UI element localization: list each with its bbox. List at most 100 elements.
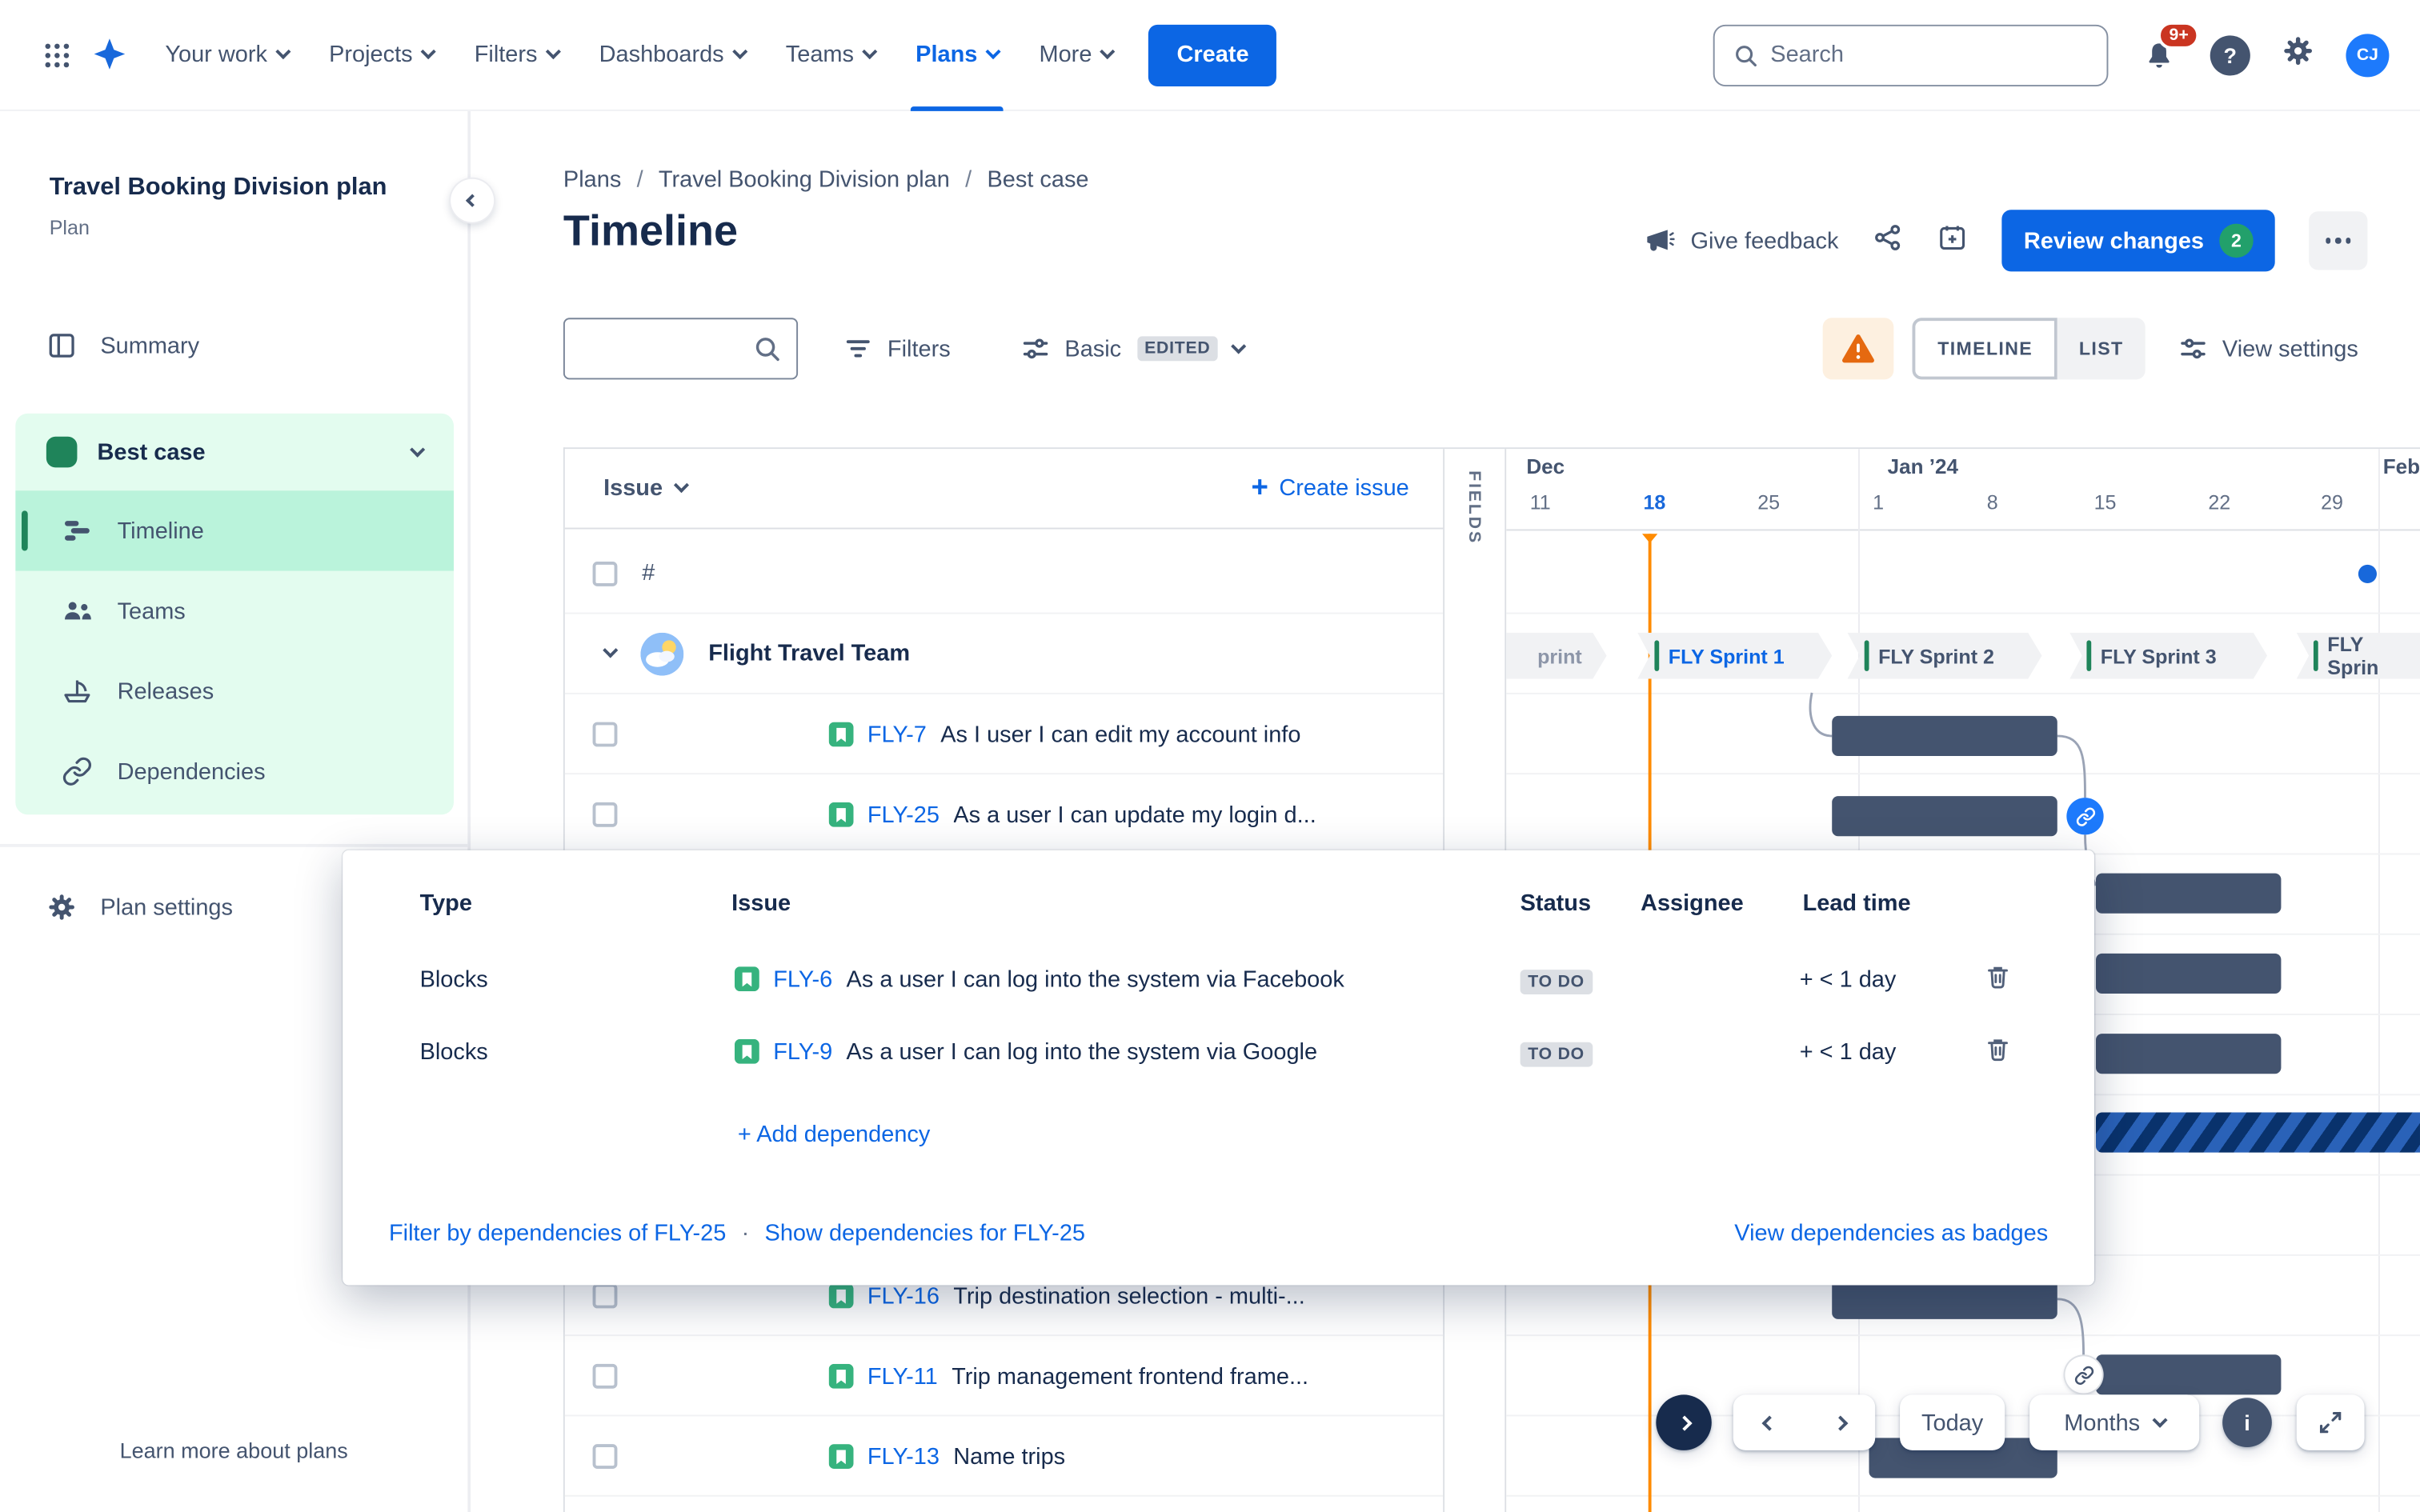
issue-key-link[interactable]: FLY-7 xyxy=(867,722,927,748)
issue-key-link[interactable]: FLY-11 xyxy=(867,1363,938,1390)
share-button[interactable] xyxy=(1873,222,1904,260)
sidebar-item-timeline[interactable]: Timeline xyxy=(15,490,454,571)
delete-dependency-button[interactable] xyxy=(1985,1035,2011,1068)
nav-teams[interactable]: Teams xyxy=(766,0,895,110)
view-mode-toggle: TIMELINE LIST xyxy=(1913,318,2146,380)
nav-your-work[interactable]: Your work xyxy=(145,0,309,110)
issue-key-link[interactable]: FLY-13 xyxy=(867,1443,940,1470)
sidebar-item-releases[interactable]: Releases xyxy=(15,651,454,731)
dependency-row: Blocks FLY-9 As a user I can log into th… xyxy=(343,1015,2094,1088)
nav-projects[interactable]: Projects xyxy=(309,0,455,110)
table-row[interactable]: FLY-13 Name trips xyxy=(564,1416,1444,1497)
delete-dependency-button[interactable] xyxy=(1985,962,2011,994)
issue-key-link[interactable]: FLY-6 xyxy=(773,966,832,992)
warnings-button[interactable] xyxy=(1823,318,1895,380)
issue-dot-marker[interactable] xyxy=(2358,564,2377,583)
schedule-bar[interactable] xyxy=(2095,1034,2282,1074)
view-dependencies-as-badges-link[interactable]: View dependencies as badges xyxy=(1734,1220,2048,1246)
zoom-level-dropdown[interactable]: Months xyxy=(2029,1394,2200,1450)
row-checkbox[interactable] xyxy=(592,721,618,746)
settings-button[interactable] xyxy=(2281,34,2314,75)
help-button[interactable]: ? xyxy=(2210,34,2250,75)
breadcrumb-scenario[interactable]: Best case xyxy=(987,166,1088,193)
schedule-bar-striped[interactable] xyxy=(2095,1112,2420,1153)
row-checkbox[interactable] xyxy=(592,1282,618,1308)
trash-icon xyxy=(1988,966,2008,988)
issue-key-link[interactable]: FLY-9 xyxy=(773,1038,832,1065)
table-row[interactable]: FLY-25 As a user I can update my login d… xyxy=(564,774,1444,855)
nav-dashboards[interactable]: Dashboards xyxy=(579,0,766,110)
timeline-row xyxy=(1506,534,2420,614)
search-input[interactable] xyxy=(1770,42,2089,68)
nav-plans[interactable]: Plans xyxy=(895,0,1019,110)
row-checkbox[interactable] xyxy=(592,801,618,826)
sprint-bar[interactable]: FLY Sprint 1 xyxy=(1637,633,1832,679)
learn-more-link[interactable]: Learn more about plans xyxy=(0,1438,467,1462)
sprint-bar[interactable]: FLY Sprint 2 xyxy=(1847,633,2041,679)
notifications-button[interactable]: 9+ xyxy=(2139,21,2200,74)
filter-by-dependencies-link[interactable]: Filter by dependencies of FLY-25 xyxy=(389,1220,726,1246)
schedule-bar[interactable] xyxy=(1832,715,2057,756)
filters-button[interactable]: Filters xyxy=(829,322,966,375)
sidebar-item-teams[interactable]: Teams xyxy=(15,571,454,651)
nav-filters[interactable]: Filters xyxy=(455,0,579,110)
tab-list[interactable]: LIST xyxy=(2057,318,2146,380)
schedule-bar[interactable] xyxy=(2095,873,2282,914)
sidebar-item-dependencies[interactable]: Dependencies xyxy=(15,731,454,811)
tab-timeline[interactable]: TIMELINE xyxy=(1913,318,2057,380)
user-avatar[interactable]: CJ xyxy=(2346,33,2390,77)
add-dependency-link[interactable]: + Add dependency xyxy=(738,1122,930,1148)
breadcrumb: Plans / Travel Booking Division plan / B… xyxy=(563,166,1089,193)
sidebar-item-plan-settings[interactable]: Plan settings xyxy=(46,876,233,938)
dependency-badge[interactable] xyxy=(2065,1356,2102,1394)
app-switcher-button[interactable] xyxy=(31,29,84,82)
info-button[interactable]: i xyxy=(2222,1398,2272,1447)
jira-logo[interactable] xyxy=(83,29,136,82)
story-icon xyxy=(828,722,854,747)
row-checkbox[interactable] xyxy=(592,1362,618,1388)
review-changes-count: 2 xyxy=(2219,223,2254,258)
popup-column-header: Type xyxy=(419,890,472,917)
expander-chevron-icon[interactable] xyxy=(603,642,619,658)
sprint-bar[interactable]: print xyxy=(1506,633,1606,679)
table-row[interactable]: FLY-7 As I user I can edit my account in… xyxy=(564,694,1444,775)
table-row-new[interactable]: # xyxy=(564,534,1444,614)
view-selector-button[interactable]: Basic EDITED xyxy=(1006,322,1260,375)
schedule-bar[interactable] xyxy=(2095,953,2282,994)
schedule-bar[interactable] xyxy=(2095,1354,2282,1395)
scenario-best-case[interactable]: Best case xyxy=(15,414,454,490)
create-button[interactable]: Create xyxy=(1148,23,1277,86)
sprint-bar[interactable]: FLY Sprint 3 xyxy=(2069,633,2267,679)
show-dependencies-link[interactable]: Show dependencies for FLY-25 xyxy=(765,1220,1085,1246)
issue-header-dropdown[interactable]: Issue xyxy=(603,475,690,502)
row-checkbox[interactable] xyxy=(592,1443,618,1469)
sidebar-item-summary[interactable]: Summary xyxy=(46,314,199,376)
today-button[interactable]: Today xyxy=(1900,1394,2005,1450)
sprint-bar[interactable]: FLY Sprin xyxy=(2297,633,2420,679)
sidebar-collapse-button[interactable] xyxy=(451,178,495,222)
breadcrumb-plans[interactable]: Plans xyxy=(563,166,621,193)
group-row-flight-travel-team[interactable]: Flight Travel Team xyxy=(564,614,1444,694)
breadcrumb-plan-name[interactable]: Travel Booking Division plan xyxy=(659,166,950,193)
review-changes-button[interactable]: Review changes 2 xyxy=(2001,210,2275,272)
scroll-right-button[interactable] xyxy=(1804,1394,1875,1450)
more-actions-button[interactable] xyxy=(2309,211,2368,270)
issue-key-link[interactable]: FLY-25 xyxy=(867,802,940,828)
table-row[interactable]: FLY-11 Trip management frontend frame... xyxy=(564,1336,1444,1417)
issue-search-input[interactable] xyxy=(563,318,799,380)
view-settings-button[interactable]: View settings xyxy=(2164,322,2374,375)
create-issue-button[interactable]: + Create issue xyxy=(1251,474,1408,503)
row-checkbox[interactable] xyxy=(592,561,618,586)
dependency-badge[interactable] xyxy=(2066,798,2104,835)
schedule-button[interactable] xyxy=(1937,222,1969,260)
jump-to-next-button[interactable] xyxy=(1656,1394,1712,1450)
schedule-bar[interactable] xyxy=(1832,796,2057,837)
global-search[interactable] xyxy=(1713,23,2109,86)
story-icon xyxy=(828,802,854,827)
give-feedback-button[interactable]: Give feedback xyxy=(1645,226,1838,257)
dependency-type: Blocks xyxy=(419,1038,488,1065)
scroll-left-button[interactable] xyxy=(1733,1394,1805,1450)
nav-more[interactable]: More xyxy=(1019,0,1133,110)
fullscreen-button[interactable] xyxy=(2296,1394,2365,1450)
issue-key-link[interactable]: FLY-16 xyxy=(867,1283,940,1310)
